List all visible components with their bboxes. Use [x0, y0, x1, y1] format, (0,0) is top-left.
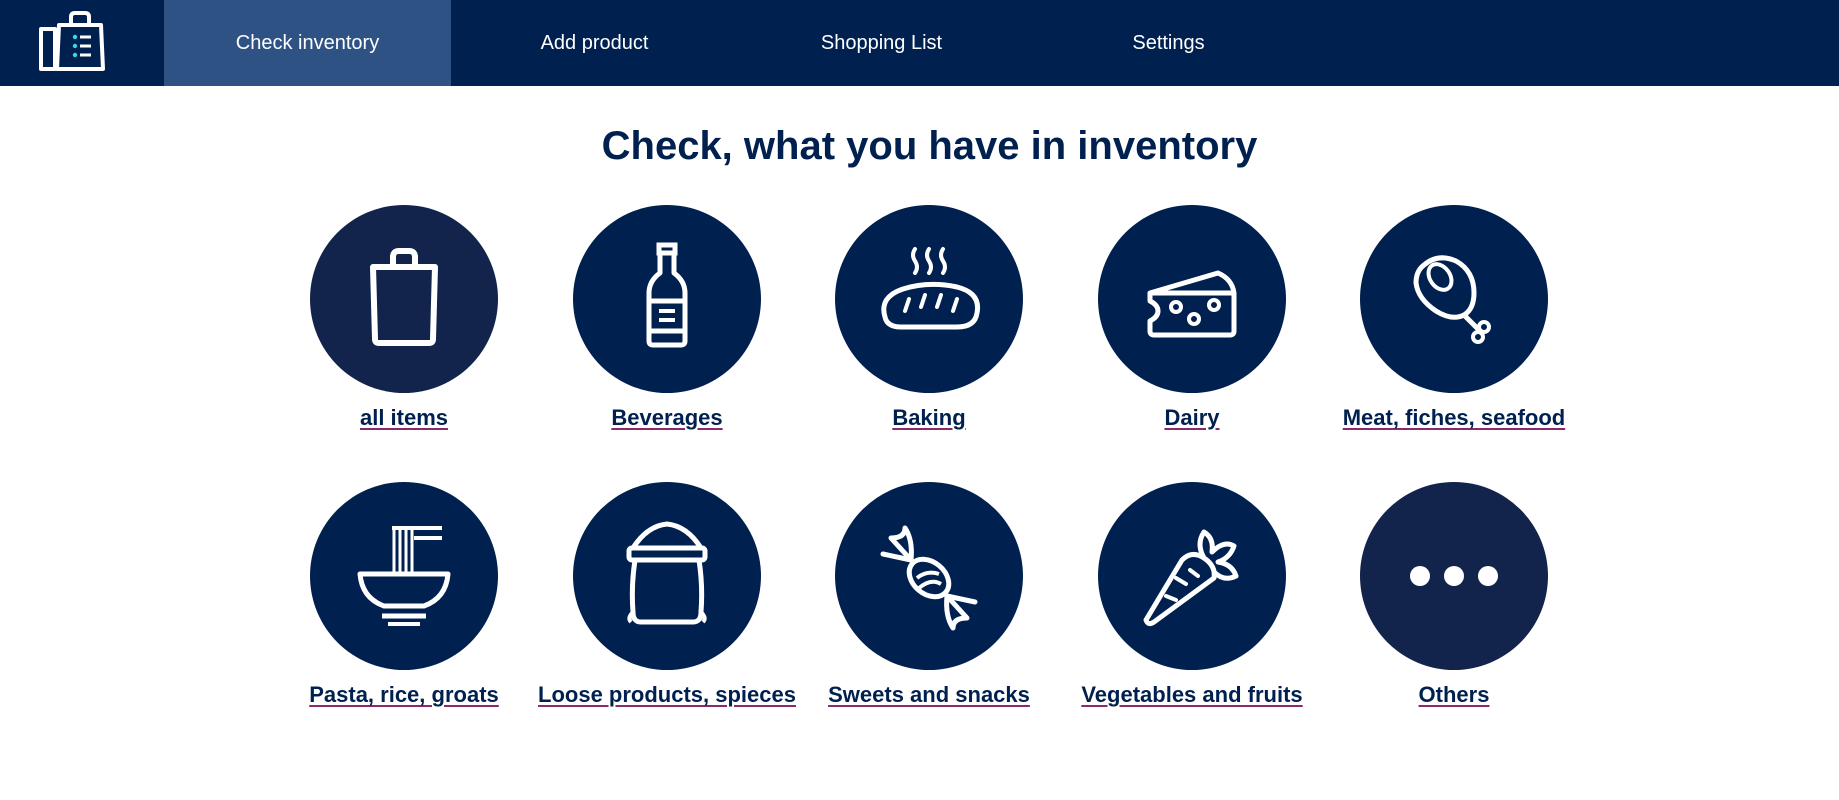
bread-icon: [881, 247, 981, 330]
tab-check-inventory[interactable]: Check inventory: [164, 0, 451, 86]
page-title: Check, what you have in inventory: [601, 124, 1258, 168]
carrot-icon: [1143, 529, 1239, 627]
shopping-bag-icon: [370, 248, 438, 346]
category-label: Sweets and snacks: [828, 682, 1030, 707]
flour-sack-icon: [626, 521, 708, 625]
bottle-icon: [646, 242, 688, 348]
category-label: Vegetables and fruits: [1081, 682, 1303, 707]
category-label: Dairy: [1164, 405, 1220, 430]
app-logo[interactable]: [0, 0, 164, 86]
tab-shopping-list[interactable]: Shopping List: [738, 0, 1025, 86]
category-label: Loose products, spieces: [538, 682, 796, 707]
category-label: Others: [1418, 682, 1490, 707]
category-label: Pasta, rice, groats: [309, 682, 499, 707]
category-label: Meat, fiches, seafood: [1342, 405, 1566, 430]
category-circle: [1098, 205, 1286, 393]
noodle-bowl-icon: [357, 526, 451, 626]
category-circle: [573, 205, 761, 393]
shopping-list-bag-icon: [39, 11, 105, 71]
ham-icon: [1413, 255, 1491, 344]
category-label: all items: [359, 405, 449, 430]
category-vegetables-fruits[interactable]: Vegetables and fruits: [1061, 482, 1323, 708]
category-label: Beverages: [611, 405, 723, 430]
category-label: Baking: [892, 405, 966, 430]
category-circle: [310, 205, 498, 393]
category-loose-products-spices[interactable]: Loose products, spieces: [536, 482, 798, 708]
category-circle: [573, 482, 761, 670]
candy-icon: [880, 525, 978, 631]
top-navbar: Check inventory Add product Shopping Lis…: [0, 0, 1839, 86]
category-circle: [835, 205, 1023, 393]
category-pasta-rice-groats[interactable]: Pasta, rice, groats: [273, 482, 535, 708]
category-all-items[interactable]: all items: [273, 205, 535, 431]
tab-settings[interactable]: Settings: [1025, 0, 1312, 86]
category-circle: [1360, 205, 1548, 393]
category-others[interactable]: Others: [1323, 482, 1585, 708]
category-circle: [310, 482, 498, 670]
category-circle: [835, 482, 1023, 670]
category-dairy[interactable]: Dairy: [1061, 205, 1323, 431]
tab-add-product[interactable]: Add product: [451, 0, 738, 86]
category-beverages[interactable]: Beverages: [536, 205, 798, 431]
category-sweets-snacks[interactable]: Sweets and snacks: [798, 482, 1060, 708]
more-dots-icon: [1410, 566, 1498, 586]
category-circle: [1098, 482, 1286, 670]
category-circle: [1360, 482, 1548, 670]
cheese-icon: [1147, 270, 1237, 338]
category-baking[interactable]: Baking: [798, 205, 1060, 431]
category-meat-fish-seafood[interactable]: Meat, fiches, seafood: [1323, 205, 1585, 431]
